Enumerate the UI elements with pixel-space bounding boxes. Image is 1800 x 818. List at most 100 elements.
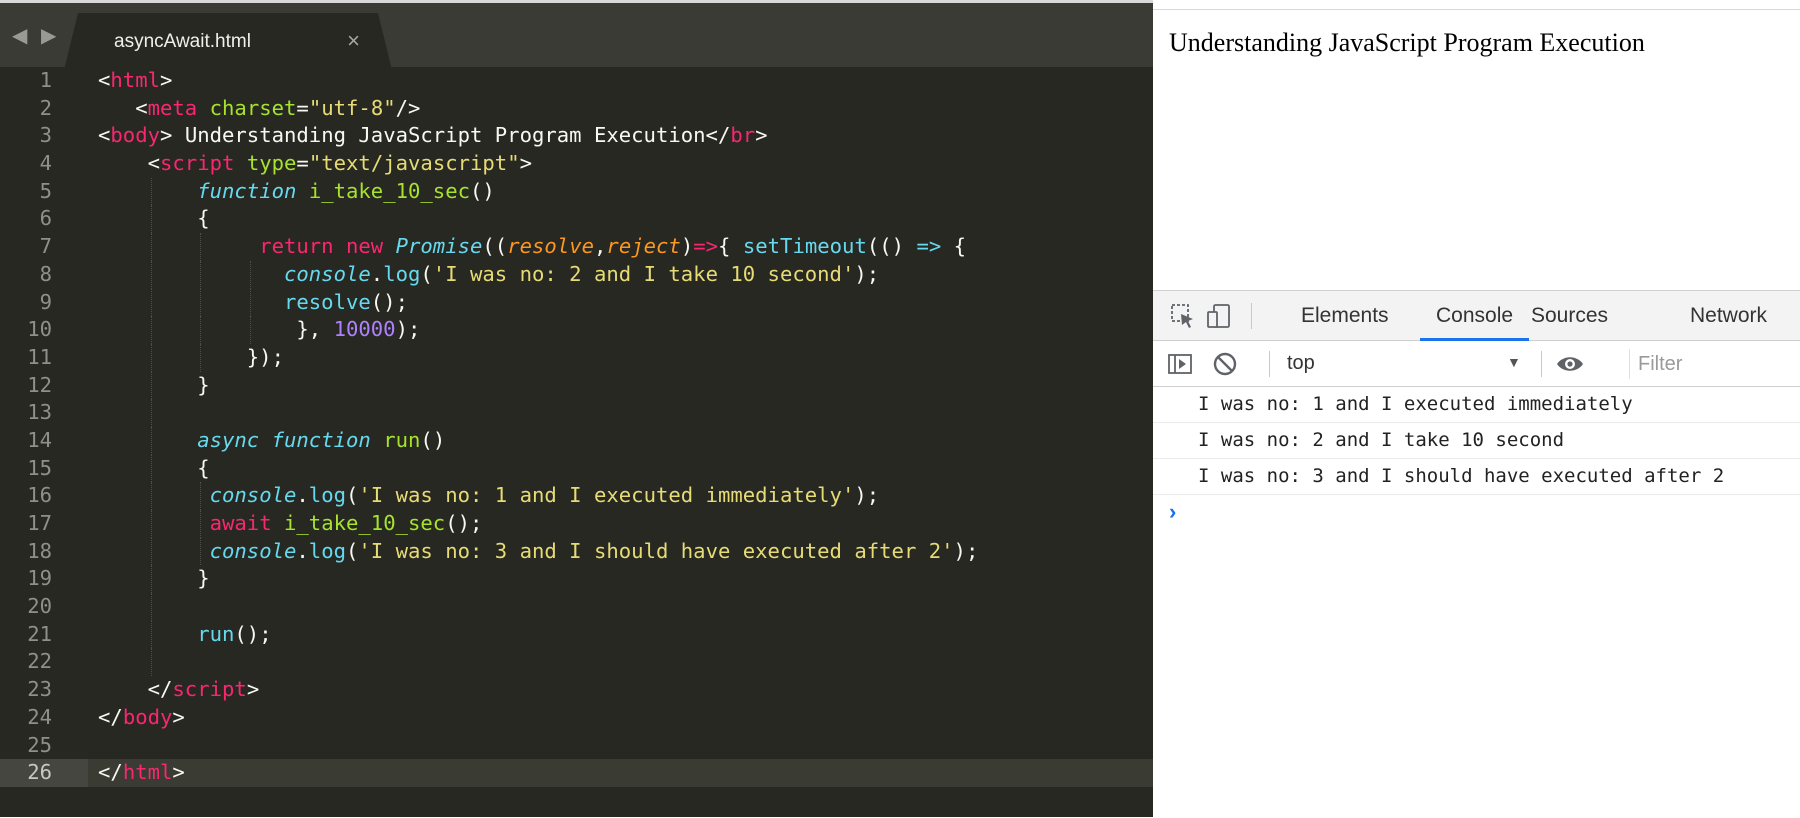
chevron-down-icon[interactable]: ▼ <box>1507 354 1521 370</box>
code-line[interactable]: 9 resolve(); <box>0 288 1153 317</box>
code-token: ( <box>346 483 359 508</box>
code-token: 'I was no: 3 and I should have executed … <box>358 538 954 563</box>
code-token: "text/javascript" <box>308 151 520 176</box>
code-token: async <box>197 427 260 452</box>
tab-console[interactable]: Console <box>1419 291 1530 341</box>
code-line[interactable]: 23 </script> <box>0 676 1153 704</box>
code-token: => <box>916 234 942 259</box>
code-token: type <box>246 151 297 176</box>
tab-sources[interactable]: Sources <box>1531 291 1608 340</box>
code-token: script <box>172 677 247 702</box>
code-line[interactable]: 18 console.log('I was no: 3 and I should… <box>0 537 1153 566</box>
line-number: 24 <box>27 704 52 729</box>
indent-guide <box>150 399 152 427</box>
indent-guide <box>150 593 152 621</box>
code-line[interactable]: 2 <meta charset="utf-8"/> <box>0 95 1153 123</box>
code-line[interactable]: 14 async function run() <box>0 426 1153 455</box>
code-token: i_take_10_sec <box>284 511 446 535</box>
code-token: { <box>941 234 967 259</box>
code-line[interactable]: 12 } <box>0 371 1153 400</box>
line-number: 15 <box>27 455 52 480</box>
code-token: () <box>470 178 495 203</box>
code-token: > <box>246 677 260 702</box>
code-line[interactable]: 21 run(); <box>0 620 1153 649</box>
code-area[interactable]: 1 <html> 2 <meta charset="utf-8"/> 3 <body> … <box>0 67 1153 787</box>
code-token: body <box>110 123 161 148</box>
console-toolbar: top ▼ <box>1153 341 1800 387</box>
code-line[interactable]: 20 <box>0 593 1153 621</box>
code-token: "utf-8" <box>308 95 396 120</box>
device-toolbar-icon[interactable] <box>1205 301 1235 331</box>
code-line[interactable]: 17 await i_take_10_sec(); <box>0 510 1153 538</box>
code-line[interactable]: 5 function i_take_10_sec() <box>0 177 1153 206</box>
code-line[interactable]: 11 }); <box>0 343 1153 372</box>
code-text: } <box>98 372 209 400</box>
code-token: script <box>160 151 235 176</box>
editor-tab-bar: ◀ ▶ asyncAwait.html × <box>0 0 1153 70</box>
code-token: reject <box>606 234 681 259</box>
code-token: . <box>370 261 384 286</box>
code-token: 10000 <box>333 317 396 342</box>
code-text: console.log('I was no: 2 and I take 10 s… <box>98 261 879 289</box>
console-output: I was no: 1 and I executed immediately I … <box>1153 387 1800 524</box>
code-token: . <box>296 483 309 508</box>
line-number: 22 <box>27 649 52 674</box>
code-line[interactable]: 13 <box>0 399 1153 427</box>
tab-network[interactable]: Network <box>1690 291 1767 340</box>
code-line[interactable]: 10 }, 10000); <box>0 316 1153 344</box>
code-token: => <box>693 234 719 259</box>
code-token: ( <box>420 261 433 286</box>
console-prompt-icon[interactable]: › <box>1169 499 1176 525</box>
code-line[interactable]: 24 </body> <box>0 704 1153 732</box>
code-token: Promise <box>395 234 483 259</box>
code-line[interactable]: 4 <script type="text/javascript"> <box>0 150 1153 178</box>
code-line[interactable]: 6 { <box>0 205 1153 234</box>
close-icon[interactable]: × <box>347 28 360 54</box>
code-editor[interactable]: ◀ ▶ asyncAwait.html × 1 <html> 2 <meta cha… <box>0 0 1153 817</box>
code-line[interactable]: 3 <body> Understanding JavaScript Program… <box>0 122 1153 150</box>
context-selector[interactable]: top <box>1287 352 1315 375</box>
code-line[interactable]: 19 } <box>0 565 1153 594</box>
code-text: <meta charset="utf-8"/> <box>98 95 420 123</box>
tab-nav-arrows-icon[interactable]: ◀ ▶ <box>12 23 60 48</box>
code-line[interactable]: 26 </html> <box>0 759 1153 787</box>
code-token: = <box>296 95 309 120</box>
code-token: console <box>209 538 297 563</box>
code-line[interactable]: 25 <box>0 732 1153 760</box>
code-text: } <box>98 565 209 593</box>
line-number: 21 <box>27 621 52 646</box>
sidebar-toggle-icon[interactable] <box>1165 349 1195 379</box>
tab-elements[interactable]: Elements <box>1301 291 1389 340</box>
code-token: console <box>283 261 371 286</box>
code-text: <script type="text/javascript"> <box>98 150 532 178</box>
code-token: html <box>110 68 161 92</box>
eye-icon[interactable] <box>1555 349 1585 379</box>
code-token: ); <box>953 538 979 563</box>
code-token: (() <box>866 234 917 259</box>
code-token: > <box>172 760 185 785</box>
code-line[interactable]: 22 <box>0 648 1153 677</box>
line-number: 5 <box>39 178 52 203</box>
clear-console-icon[interactable] <box>1210 349 1240 379</box>
inspect-element-icon[interactable] <box>1168 301 1198 331</box>
code-line[interactable]: 8 console.log('I was no: 2 and I take 10… <box>0 260 1153 289</box>
filter-field <box>1629 349 1800 379</box>
code-line[interactable]: 15 { <box>0 454 1153 483</box>
filter-input[interactable] <box>1630 349 1798 379</box>
code-text: }, 10000); <box>98 316 420 344</box>
code-token: }, <box>98 317 334 342</box>
code-line[interactable]: 1 <html> <box>0 67 1153 95</box>
file-tab[interactable]: asyncAwait.html × <box>64 13 392 70</box>
console-message: I was no: 3 and I should have executed a… <box>1153 459 1800 495</box>
toolbar-divider <box>1251 303 1252 329</box>
code-text: return new Promise((resolve,reject)=>{ s… <box>98 233 966 261</box>
code-line[interactable]: 7 return new Promise((resolve,reject)=>{… <box>0 233 1153 261</box>
code-line[interactable]: 16 console.log('I was no: 1 and I execut… <box>0 482 1153 510</box>
